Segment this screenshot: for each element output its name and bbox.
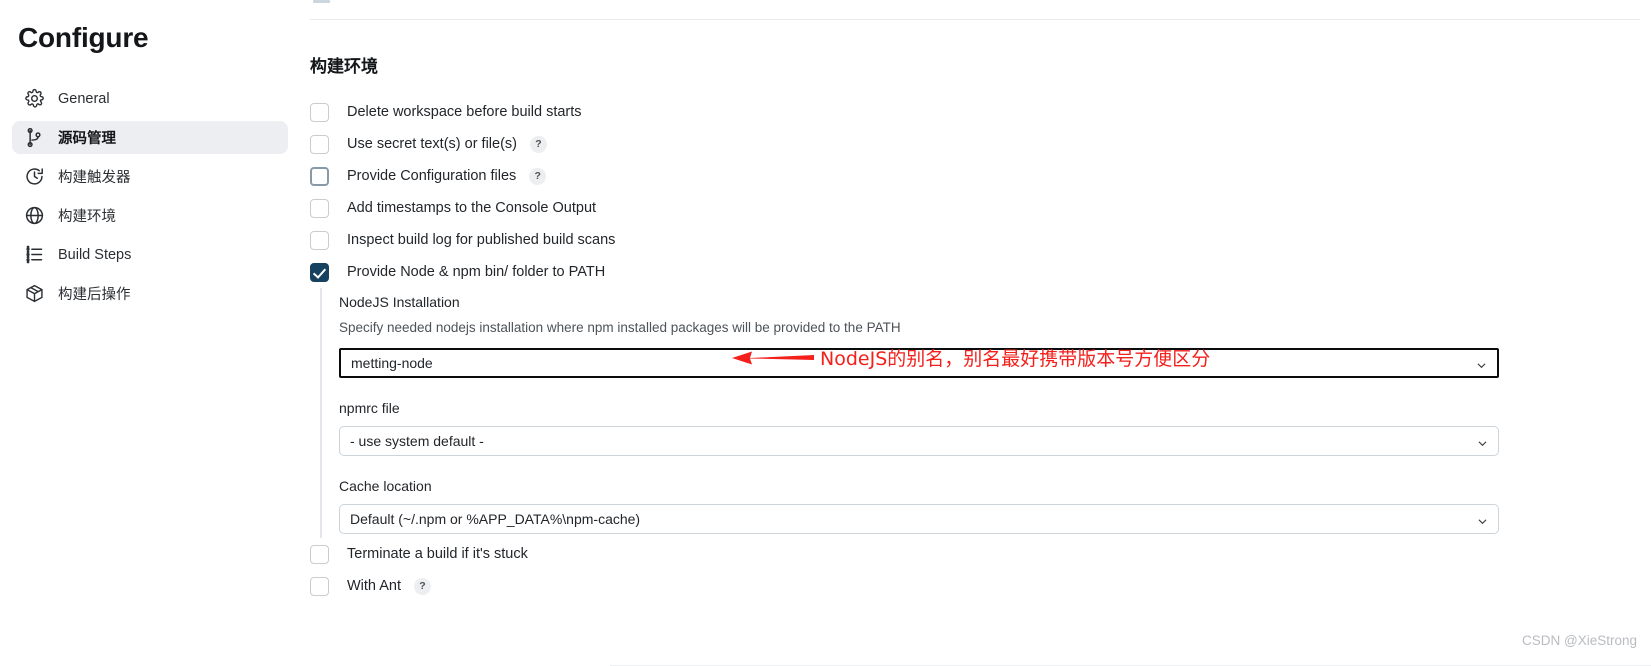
nodejs-installation-description: Specify needed nodejs installation where… <box>339 320 901 335</box>
checkbox-row: Provide Configuration files? <box>310 160 1640 192</box>
checkbox-label[interactable]: Delete workspace before build starts <box>347 104 582 120</box>
sidebar: Configure General 源码管理构建触发器构建环境 Build Step… <box>0 0 300 666</box>
nodejs-installation-value: metting-node <box>351 355 433 371</box>
nodejs-installation-select[interactable]: metting-node <box>339 348 1499 378</box>
sidebar-item-label: 构建环境 <box>58 209 116 225</box>
checkbox-input[interactable] <box>310 576 329 596</box>
help-icon[interactable]: ? <box>530 135 547 153</box>
checkbox-input[interactable] <box>310 134 329 154</box>
globe-icon <box>24 205 45 226</box>
checkbox-input[interactable] <box>310 102 329 122</box>
npmrc-file-label: npmrc file <box>339 400 400 416</box>
watermark: CSDN @XieStrong <box>1522 633 1637 648</box>
clock-icon <box>24 166 45 187</box>
nodejs-installation-label: NodeJS Installation <box>339 294 460 310</box>
main-content: 构建环境 Delete workspace before build start… <box>300 0 1651 666</box>
chevron-down-icon <box>1478 439 1487 448</box>
top-scroll-stub <box>313 0 330 3</box>
gear-icon <box>24 88 45 109</box>
configure-page: Configure General 源码管理 构建触发器 构建环境 Build Step… <box>0 0 1651 666</box>
sidebar-item-label: 构建后操作 <box>58 287 131 303</box>
checkbox-row: Use secret text(s) or file(s)? <box>310 128 1640 160</box>
checkbox-input[interactable] <box>310 198 329 218</box>
checkbox-label[interactable]: Terminate a build if it's stuck <box>347 546 528 562</box>
checkbox-group-bottom: Terminate a build if it's stuck With Ant? <box>310 538 1640 602</box>
checkbox-input[interactable] <box>310 230 329 250</box>
top-divider <box>310 19 1640 20</box>
checkbox-input[interactable] <box>310 166 329 186</box>
checkbox-label[interactable]: With Ant <box>347 578 401 594</box>
sidebar-nav: General 源码管理构建触发器构建环境 Build Steps 构建后操作 <box>12 82 288 316</box>
checkbox-label[interactable]: Inspect build log for published build sc… <box>347 232 615 248</box>
page-title: Configure <box>18 22 149 53</box>
sidebar-item-1[interactable]: General <box>12 82 288 115</box>
checkbox-row: Provide Node & npm bin/ folder to PATH <box>310 256 1640 288</box>
checkbox-row: Inspect build log for published build sc… <box>310 224 1640 256</box>
sidebar-item-3[interactable]: 构建触发器 <box>12 160 288 193</box>
checkbox-label[interactable]: Use secret text(s) or file(s) <box>347 136 517 152</box>
cache-location-label: Cache location <box>339 478 432 494</box>
sidebar-item-label: General <box>58 90 110 107</box>
checkbox-row: With Ant? <box>310 570 1640 602</box>
sidebar-item-5[interactable]: Build Steps <box>12 238 288 271</box>
nodejs-settings-panel: NodeJS Installation Specify needed nodej… <box>320 288 1640 538</box>
checkbox-input[interactable] <box>310 544 329 564</box>
package-icon <box>24 283 45 304</box>
checkbox-row: Add timestamps to the Console Output <box>310 192 1640 224</box>
cache-location-select[interactable]: Default (~/.npm or %APP_DATA%\npm-cache) <box>339 504 1499 534</box>
help-icon[interactable]: ? <box>414 577 431 595</box>
list-icon <box>24 244 45 265</box>
sidebar-item-label: Build Steps <box>58 246 132 263</box>
checkbox-input[interactable] <box>310 262 329 282</box>
sidebar-item-label: 源码管理 <box>58 131 116 147</box>
sidebar-item-4[interactable]: 构建环境 <box>12 199 288 232</box>
git-branch-icon <box>24 127 45 148</box>
cache-location-value: Default (~/.npm or %APP_DATA%\npm-cache) <box>350 511 641 527</box>
sidebar-item-2[interactable]: 源码管理 <box>12 121 288 154</box>
npmrc-file-value: - use system default - <box>350 433 484 449</box>
build-environment-form: Delete workspace before build starts Use … <box>310 96 1640 602</box>
checkbox-label[interactable]: Add timestamps to the Console Output <box>347 200 596 216</box>
npmrc-file-select[interactable]: - use system default - <box>339 426 1499 456</box>
checkbox-label[interactable]: Provide Node & npm bin/ folder to PATH <box>347 264 605 280</box>
chevron-down-icon <box>1478 517 1487 526</box>
help-icon[interactable]: ? <box>529 167 547 185</box>
checkbox-row: Terminate a build if it's stuck <box>310 538 1640 570</box>
chevron-down-icon <box>1477 361 1486 370</box>
sidebar-item-label: 构建触发器 <box>58 170 131 186</box>
checkbox-row: Delete workspace before build starts <box>310 96 1640 128</box>
sidebar-item-6[interactable]: 构建后操作 <box>12 277 288 310</box>
checkbox-label[interactable]: Provide Configuration files <box>347 168 516 184</box>
section-title: 构建环境 <box>310 57 378 77</box>
checkbox-group-top: Delete workspace before build starts Use … <box>310 96 1640 288</box>
